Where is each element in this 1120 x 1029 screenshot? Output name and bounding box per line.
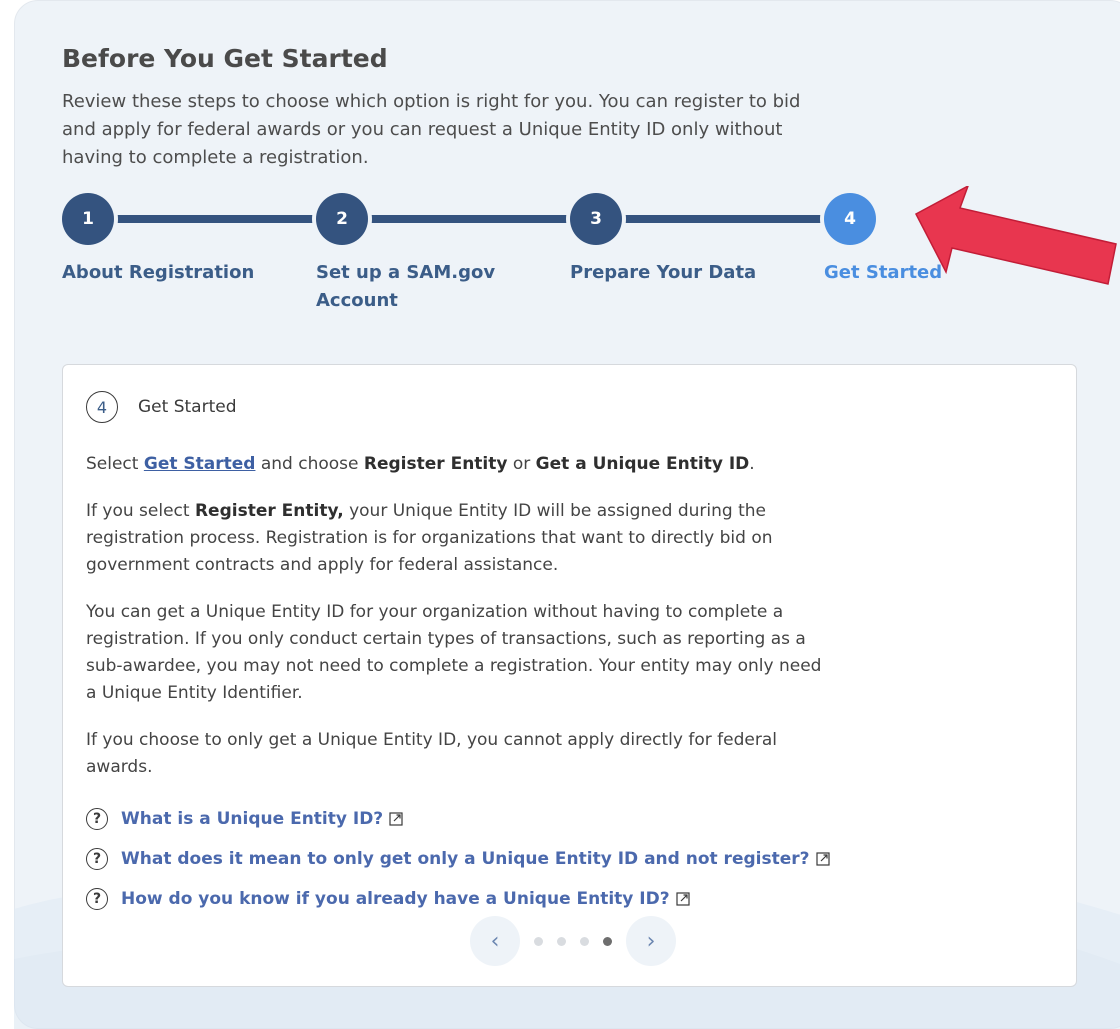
carousel-pager: ‹ ›: [470, 915, 676, 967]
question-circle-icon: ?: [86, 848, 108, 870]
step-3-indicator[interactable]: 3: [570, 193, 622, 245]
card-header: 4 Get Started: [86, 391, 236, 423]
carousel-dot[interactable]: [534, 936, 543, 946]
step-2-indicator[interactable]: 2: [316, 193, 368, 245]
faq-list: ? What is a Unique Entity ID? ? What doe…: [86, 799, 986, 919]
carousel-prev-button[interactable]: ‹: [470, 916, 520, 966]
carousel-dot[interactable]: [557, 936, 566, 946]
question-circle-icon: ?: [86, 808, 108, 830]
card-step-title: Get Started: [138, 397, 237, 417]
get-uei-term: Get a Unique Entity ID: [535, 454, 750, 474]
card-step-number: 4: [86, 391, 118, 423]
faq-item[interactable]: ? What is a Unique Entity ID?: [86, 799, 986, 839]
step-connector: [102, 215, 322, 223]
register-entity-paragraph: If you select Register Entity, your Uniq…: [86, 498, 826, 579]
progress-stepper: 1 2 3 4 About Registration Set up a SAM.…: [62, 191, 962, 331]
register-entity-term: Register Entity: [363, 454, 508, 474]
text-segment: .: [749, 454, 755, 474]
faq-item[interactable]: ? What does it mean to only get only a U…: [86, 839, 986, 879]
text-segment: and choose: [255, 454, 364, 474]
step-connector: [610, 215, 830, 223]
instruction-paragraph: Select Get Started and choose Register E…: [86, 451, 826, 478]
register-entity-term: Register Entity,: [194, 501, 344, 521]
text-segment: Select: [86, 454, 144, 474]
step-detail-card: 4 Get Started Select Get Started and cho…: [62, 364, 1077, 987]
external-link-icon: [815, 852, 830, 866]
annotation-arrow: [914, 186, 1117, 285]
get-started-link[interactable]: Get Started: [144, 454, 256, 474]
intro-text: Review these steps to choose which optio…: [62, 91, 801, 168]
external-link-icon: [676, 892, 690, 906]
text-segment: If you select: [86, 501, 195, 521]
card-body: Select Get Started and choose Register E…: [86, 451, 826, 801]
faq-link-what-is-uei[interactable]: What is a Unique Entity ID?: [121, 809, 383, 829]
page-title: Before You Get Started: [62, 44, 388, 73]
external-link-icon: [389, 812, 403, 826]
faq-link-uei-only[interactable]: What does it mean to only get only a Uni…: [121, 849, 810, 869]
step-2-label[interactable]: Set up a SAM.gov Account: [316, 259, 506, 315]
carousel-dots: [520, 936, 626, 946]
step-4-indicator[interactable]: 4: [824, 193, 876, 245]
faq-link-have-uei[interactable]: How do you know if you already have a Un…: [121, 889, 670, 909]
step-1-indicator[interactable]: 1: [62, 193, 114, 245]
faq-item[interactable]: ? How do you know if you already have a …: [86, 879, 986, 919]
carousel-dot[interactable]: [580, 936, 589, 946]
carousel-next-button[interactable]: ›: [626, 916, 676, 966]
step-connector: [356, 215, 576, 223]
step-1-label[interactable]: About Registration: [62, 259, 282, 287]
uei-restriction-paragraph: If you choose to only get a Unique Entit…: [86, 730, 777, 777]
question-circle-icon: ?: [86, 888, 108, 910]
step-3-label[interactable]: Prepare Your Data: [570, 259, 790, 287]
carousel-dot[interactable]: [603, 936, 612, 946]
text-segment: or: [507, 454, 536, 474]
uei-only-paragraph: You can get a Unique Entity ID for your …: [86, 602, 822, 703]
